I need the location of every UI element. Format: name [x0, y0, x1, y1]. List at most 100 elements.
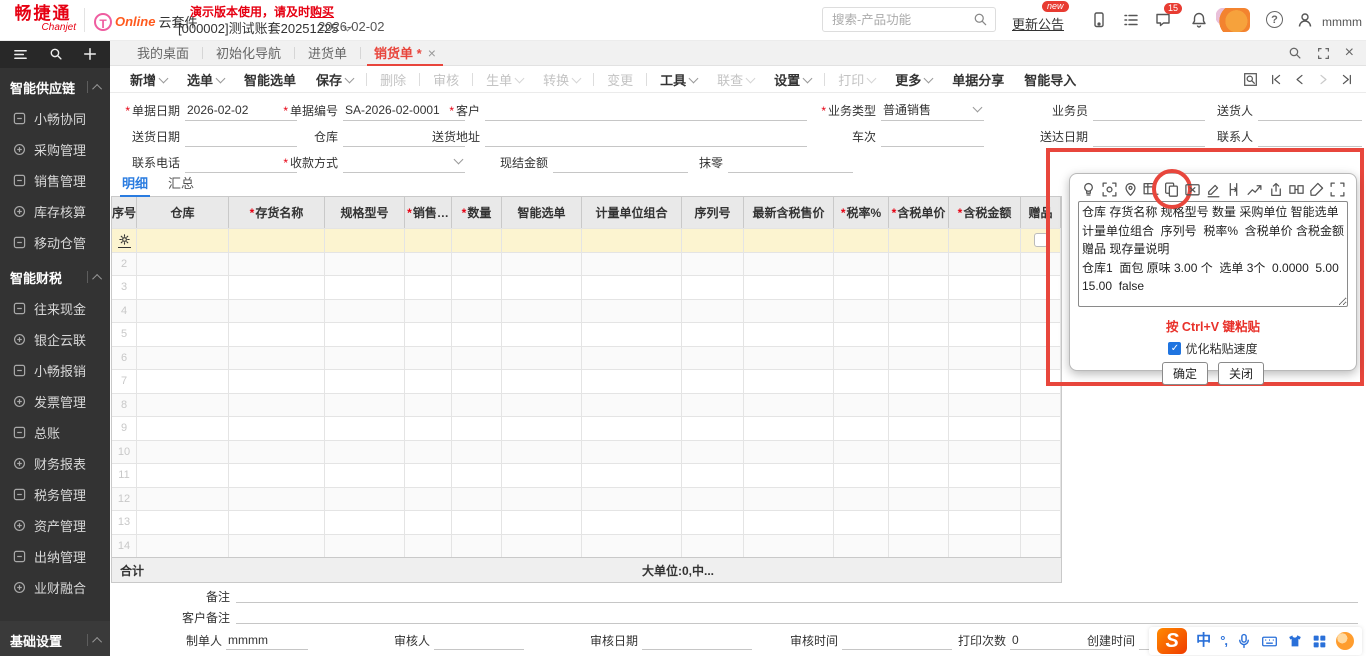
close-dialog-button[interactable]: 关闭	[1218, 362, 1264, 385]
column-header-12[interactable]: *含税金额	[949, 197, 1021, 228]
column-header-10[interactable]: *税率%	[834, 197, 889, 228]
keyboard-icon[interactable]	[1261, 633, 1278, 650]
share-button[interactable]: 单据分享	[942, 70, 1014, 89]
collapse-icon[interactable]	[92, 273, 102, 283]
prev-record-icon[interactable]	[1293, 73, 1306, 86]
select-order-button[interactable]: 选单	[177, 70, 234, 89]
column-header-6[interactable]: 智能选单	[502, 197, 582, 228]
column-header-2[interactable]: *存货名称	[229, 197, 325, 228]
paste-icon[interactable]	[1163, 181, 1180, 198]
sidebar-item-mobile-warehouse[interactable]: 移动仓管	[0, 227, 110, 258]
sidebar-item-cash[interactable]: 往来现金	[0, 293, 110, 324]
remark-input[interactable]	[236, 585, 1358, 603]
sidebar-item-biz-finance[interactable]: 业财融合	[0, 572, 110, 603]
task-list-icon[interactable]	[1122, 11, 1140, 29]
sidebar-item-ledger[interactable]: 总账	[0, 417, 110, 448]
deliverer-input[interactable]	[1258, 101, 1362, 121]
settings-button[interactable]: 设置	[764, 70, 821, 89]
toolbox-grid-icon[interactable]	[1312, 634, 1327, 649]
grid-row-12[interactable]: 12	[112, 487, 1061, 511]
buy-link[interactable]: 购买	[310, 5, 334, 19]
sidebar-item-asset[interactable]: 资产管理	[0, 510, 110, 541]
ime-language-toggle[interactable]: 中	[1196, 628, 1211, 654]
grid-cell[interactable]	[682, 228, 744, 252]
grid-cell[interactable]	[325, 228, 405, 252]
gift-checkbox[interactable]	[1034, 233, 1048, 247]
more-button[interactable]: 更多	[885, 70, 942, 89]
grid-row-2[interactable]: 2	[112, 252, 1061, 276]
first-record-icon[interactable]	[1269, 73, 1282, 86]
smart-select-button[interactable]: 智能选单	[234, 70, 306, 89]
sidebar-item-sales[interactable]: 销售管理	[0, 165, 110, 196]
grid-cell[interactable]	[1021, 228, 1061, 252]
vehicle-input[interactable]	[881, 127, 984, 147]
tab-purchase-order[interactable]: 进货单	[295, 40, 360, 66]
tab-sales-order[interactable]: 销货单 *×	[361, 40, 449, 66]
bell-icon[interactable]	[1190, 11, 1208, 29]
grid-row-11[interactable]: 11	[112, 463, 1061, 487]
creator-input[interactable]: mmmm	[226, 632, 308, 650]
merge-icon[interactable]	[1225, 181, 1242, 198]
grid-cell[interactable]	[405, 228, 452, 252]
auditor-input[interactable]	[434, 632, 524, 650]
sidebar-item-inventory[interactable]: 库存核算	[0, 196, 110, 227]
sogou-logo-icon[interactable]: S	[1157, 628, 1187, 654]
last-record-icon[interactable]	[1341, 73, 1354, 86]
column-header-13[interactable]: 赠品	[1021, 197, 1061, 228]
grid-cell[interactable]	[502, 228, 582, 252]
tools-button[interactable]: 工具	[650, 70, 707, 89]
sidebar-section-header-basic-settings[interactable]: 基础设置	[0, 624, 110, 656]
grid-cell[interactable]	[744, 228, 834, 252]
export-icon[interactable]	[1267, 181, 1284, 198]
trend-icon[interactable]	[1246, 181, 1263, 198]
sidebar-item-reimburse[interactable]: 小畅报销	[0, 355, 110, 386]
paste-textarea[interactable]: 仓库 存货名称 规格型号 数量 采购单位 智能选单 计量单位组合 序列号 税率%…	[1078, 201, 1348, 307]
column-header-8[interactable]: 序列号	[682, 197, 744, 228]
grid-row-13[interactable]: 13	[112, 510, 1061, 534]
collapse-icon[interactable]	[92, 636, 102, 646]
sidebar-item-collab[interactable]: 小畅协同	[0, 103, 110, 134]
grid-cell[interactable]	[112, 228, 137, 252]
column-header-0[interactable]: 序号	[112, 197, 137, 228]
sidebar-section-header-supply-chain[interactable]: 智能供应链	[0, 71, 110, 103]
tab-desktop[interactable]: 我的桌面	[124, 40, 202, 66]
smart-import-button[interactable]: 智能导入	[1014, 70, 1086, 89]
tag-icon[interactable]	[1308, 181, 1325, 198]
table-add-icon[interactable]	[1142, 181, 1159, 198]
sidebar-search-icon[interactable]	[49, 47, 63, 61]
maximize-icon[interactable]	[1317, 47, 1330, 60]
close-icon[interactable]: ×	[1345, 46, 1354, 60]
save-button[interactable]: 保存	[306, 70, 363, 89]
audit-date-input[interactable]	[642, 632, 752, 650]
tab-summary[interactable]: 汇总	[168, 173, 194, 192]
add-button[interactable]: 新增	[120, 70, 177, 89]
bulb-icon[interactable]	[1080, 181, 1097, 198]
customer-remark-input[interactable]	[236, 606, 1358, 624]
column-header-3[interactable]: 规格型号	[325, 197, 405, 228]
update-announcement-link[interactable]: 更新公告	[1012, 14, 1064, 33]
search-icon[interactable]	[973, 12, 988, 27]
column-header-1[interactable]: 仓库	[137, 197, 229, 228]
tab-detail[interactable]: 明细	[122, 173, 148, 192]
grid-cell[interactable]	[452, 228, 502, 252]
grid-row-5[interactable]: 5	[112, 322, 1061, 346]
grid-row-9[interactable]: 9	[112, 416, 1061, 440]
signature-icon[interactable]	[1205, 181, 1222, 198]
grid-cell[interactable]	[834, 228, 889, 252]
add-icon[interactable]	[83, 47, 97, 61]
grid-cell[interactable]	[229, 228, 325, 252]
sidebar-section-header-finance-tax[interactable]: 智能财税	[0, 261, 110, 293]
column-header-4[interactable]: *销售…	[405, 197, 452, 228]
grid-row-4[interactable]: 4	[112, 299, 1061, 323]
tab-search-icon[interactable]	[1288, 46, 1302, 60]
mobile-app-icon[interactable]	[1090, 11, 1108, 29]
column-header-9[interactable]: 最新含税售价	[744, 197, 834, 228]
location-icon[interactable]	[1122, 181, 1139, 198]
biz-type-input[interactable]: 普通销售	[881, 101, 984, 121]
sidebar-item-cashier[interactable]: 出纳管理	[0, 541, 110, 572]
grid-row-14[interactable]: 14	[112, 534, 1061, 558]
contact-input[interactable]	[1258, 127, 1362, 147]
scan-icon[interactable]	[1101, 181, 1118, 198]
grid-cell[interactable]	[889, 228, 949, 252]
row-settings-gear-icon[interactable]	[118, 233, 131, 248]
